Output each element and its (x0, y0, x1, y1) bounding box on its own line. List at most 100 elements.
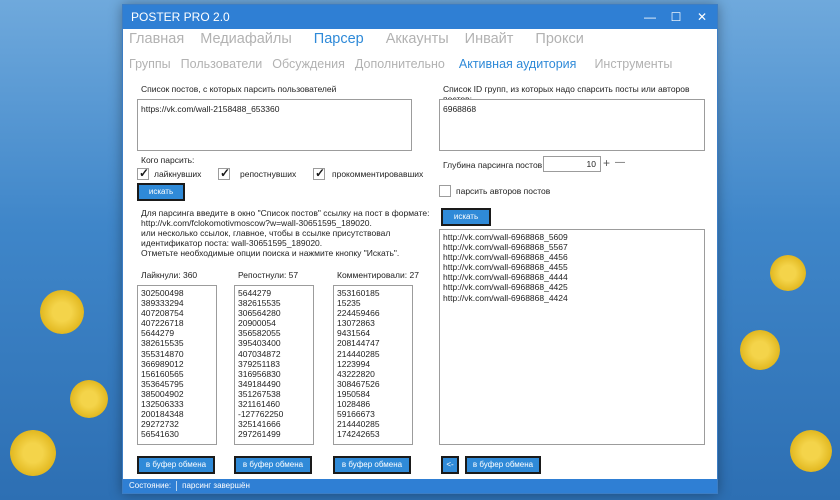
list-item[interactable]: 395403400 (238, 338, 310, 348)
tab-accounts[interactable]: Аккаунты (386, 31, 449, 47)
tab-invite[interactable]: Инвайт (465, 31, 514, 47)
list-item[interactable]: 59166673 (337, 409, 409, 419)
list-item[interactable]: 224459466 (337, 308, 409, 318)
list-item[interactable]: 5644279 (238, 288, 310, 298)
subtab-tools[interactable]: Инструменты (594, 57, 672, 71)
list-item[interactable]: http://vk.com/wall-6968868_5567 (443, 242, 701, 252)
list-item[interactable]: 355314870 (141, 349, 213, 359)
checkbox-box[interactable]: ✓ (218, 166, 230, 180)
list-item[interactable]: 5644279 (141, 328, 213, 338)
list-item[interactable]: 214440285 (337, 349, 409, 359)
authors-checkbox[interactable]: парсить авторов постов (439, 185, 550, 197)
list-item[interactable]: 20900054 (238, 318, 310, 328)
help-text: Для парсинга введите в окно "Список пост… (141, 208, 429, 258)
list-item[interactable]: 302500498 (141, 288, 213, 298)
list-item[interactable]: 407034872 (238, 349, 310, 359)
commenters-checkbox[interactable]: ✓ прокомментировавших (313, 166, 424, 180)
list-item[interactable]: 15235 (337, 298, 409, 308)
list-item[interactable]: 297261499 (238, 429, 310, 439)
checkbox-box[interactable]: ✓ (137, 166, 150, 180)
groups-list-input[interactable]: 6968868 (439, 99, 705, 151)
comments-list[interactable]: 353160185 15235 224459466 13072863 9431564 20… (333, 285, 413, 445)
list-item[interactable]: 349184490 (238, 379, 310, 389)
authors-label: парсить авторов постов (456, 186, 551, 196)
list-item[interactable]: http://vk.com/wall-6968868_4425 (443, 282, 701, 292)
background-flower (10, 430, 56, 476)
subtab-users[interactable]: Пользователи (181, 57, 263, 71)
list-item[interactable]: 407226718 (141, 318, 213, 328)
copy-comments-button[interactable]: в буфер обмена (333, 456, 411, 474)
who-to-parse-label: Кого парсить: (141, 155, 195, 165)
list-item[interactable]: 356582055 (238, 328, 310, 338)
tab-main[interactable]: Главная (129, 31, 184, 47)
list-item[interactable]: 156160565 (141, 369, 213, 379)
list-item[interactable]: 208144747 (337, 338, 409, 348)
checkbox-box[interactable] (439, 185, 451, 197)
list-item[interactable]: 214440285 (337, 419, 409, 429)
posts-list-input[interactable]: https://vk.com/wall-2158488_653360 (137, 99, 412, 151)
tab-media[interactable]: Медиафайлы (200, 31, 292, 47)
list-item[interactable]: 389333294 (141, 298, 213, 308)
results-list[interactable]: http://vk.com/wall-6968868_5609 http://vk… (439, 229, 705, 445)
list-item[interactable]: 1950584 (337, 389, 409, 399)
likes-list[interactable]: 302500498 389333294 407208754 407226718 5644… (137, 285, 217, 445)
likers-checkbox[interactable]: ✓ лайкнувших (137, 166, 201, 180)
list-item[interactable]: 132506333 (141, 399, 213, 409)
subtab-active-audience[interactable]: Активная аудитория (459, 57, 577, 71)
reposters-checkbox[interactable]: ✓ репостнувших (218, 166, 296, 180)
list-item[interactable]: 353160185 (337, 288, 409, 298)
list-item[interactable]: 353645795 (141, 379, 213, 389)
list-item[interactable]: 43222820 (337, 369, 409, 379)
list-item[interactable]: 385004902 (141, 389, 213, 399)
copy-reposts-button[interactable]: в буфер обмена (234, 456, 312, 474)
copy-results-button[interactable]: в буфер обмена (465, 456, 541, 474)
list-item[interactable]: 29272732 (141, 419, 213, 429)
reposts-list[interactable]: 5644279 382615535 306564280 20900054 3565820… (234, 285, 314, 445)
list-item[interactable]: http://vk.com/wall-6968868_5609 (443, 232, 701, 242)
commenters-label: прокомментировавших (332, 169, 424, 179)
plus-icon[interactable]: + (603, 156, 610, 170)
list-item[interactable]: 9431564 (337, 328, 409, 338)
close-button[interactable]: ✕ (689, 5, 715, 29)
list-item[interactable]: 306564280 (238, 308, 310, 318)
list-item[interactable]: 316956830 (238, 369, 310, 379)
minus-icon[interactable]: — (615, 157, 625, 168)
right-search-button[interactable]: искать (441, 208, 491, 226)
list-item[interactable]: http://vk.com/wall-6968868_4444 (443, 272, 701, 282)
checkbox-box[interactable]: ✓ (313, 166, 325, 180)
depth-input[interactable]: 10 (543, 156, 601, 172)
subtab-groups[interactable]: Группы (129, 57, 171, 71)
minimize-button[interactable]: — (637, 5, 663, 29)
maximize-button[interactable]: ☐ (663, 5, 689, 29)
list-item[interactable]: -127762250 (238, 409, 310, 419)
left-search-button[interactable]: искать (137, 183, 185, 201)
list-item[interactable]: 351267538 (238, 389, 310, 399)
tab-proxy[interactable]: Прокси (535, 31, 583, 47)
list-item[interactable]: http://vk.com/wall-6968868_4424 (443, 293, 701, 303)
likes-header: Лайкнули: 360 (141, 270, 198, 280)
list-item[interactable]: http://vk.com/wall-6968868_4456 (443, 252, 701, 262)
list-item[interactable]: 1223994 (337, 359, 409, 369)
list-item[interactable]: 13072863 (337, 318, 409, 328)
list-item[interactable]: 325141666 (238, 419, 310, 429)
subtab-discussions[interactable]: Обсуждения (272, 57, 345, 71)
list-item[interactable]: 56541630 (141, 429, 213, 439)
list-item[interactable]: http://vk.com/wall-6968868_4455 (443, 262, 701, 272)
title-bar[interactable]: POSTER PRO 2.0 — ☐ ✕ (123, 5, 717, 29)
list-item[interactable]: 200184348 (141, 409, 213, 419)
list-item[interactable]: 174242653 (337, 429, 409, 439)
list-item[interactable]: 379251183 (238, 359, 310, 369)
check-icon: ✓ (139, 166, 150, 180)
list-item[interactable]: 382615535 (141, 338, 213, 348)
list-item[interactable]: 382615535 (238, 298, 310, 308)
back-button[interactable]: <- (441, 456, 459, 474)
list-item[interactable]: 366989012 (141, 359, 213, 369)
list-item[interactable]: 407208754 (141, 308, 213, 318)
list-item[interactable]: 308467526 (337, 379, 409, 389)
list-item[interactable]: 1028486 (337, 399, 409, 409)
tab-parser[interactable]: Парсер (314, 31, 364, 47)
subtab-additional[interactable]: Дополнительно (355, 57, 445, 71)
copy-likes-button[interactable]: в буфер обмена (137, 456, 215, 474)
help-line: идентификатор поста: wall-30651595_18902… (141, 238, 323, 248)
list-item[interactable]: 321161460 (238, 399, 310, 409)
